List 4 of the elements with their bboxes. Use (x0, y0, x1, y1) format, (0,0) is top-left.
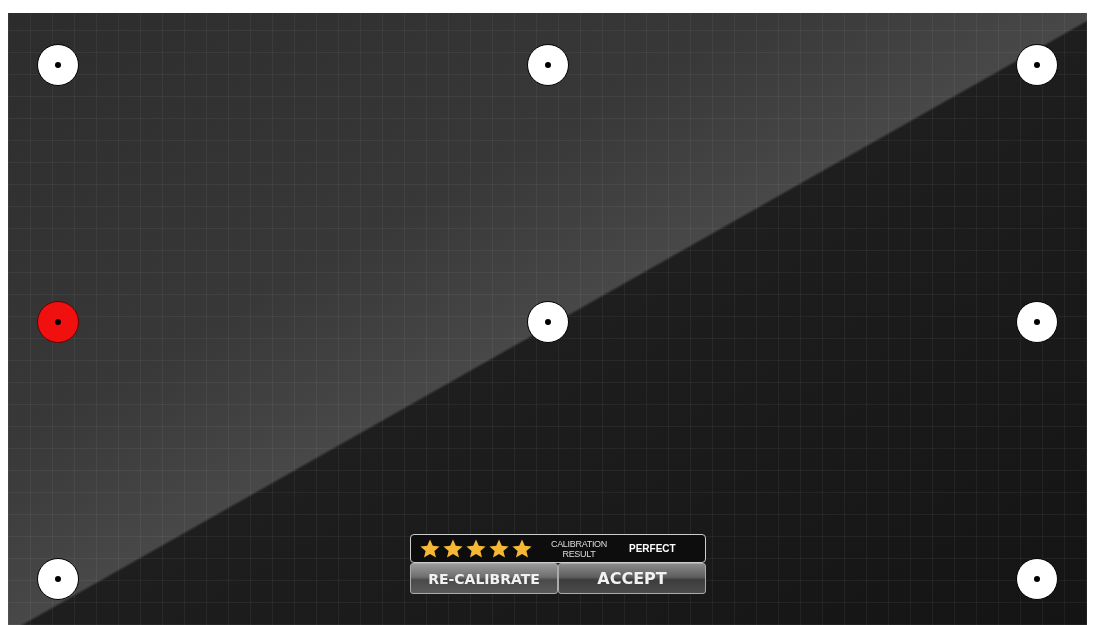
accept-button[interactable]: ACCEPT (558, 563, 706, 594)
result-label: CALIBRATION RESULT (549, 538, 608, 559)
result-value: PERFECT (629, 543, 676, 554)
recalibrate-button[interactable]: RE-CALIBRATE (410, 563, 558, 594)
